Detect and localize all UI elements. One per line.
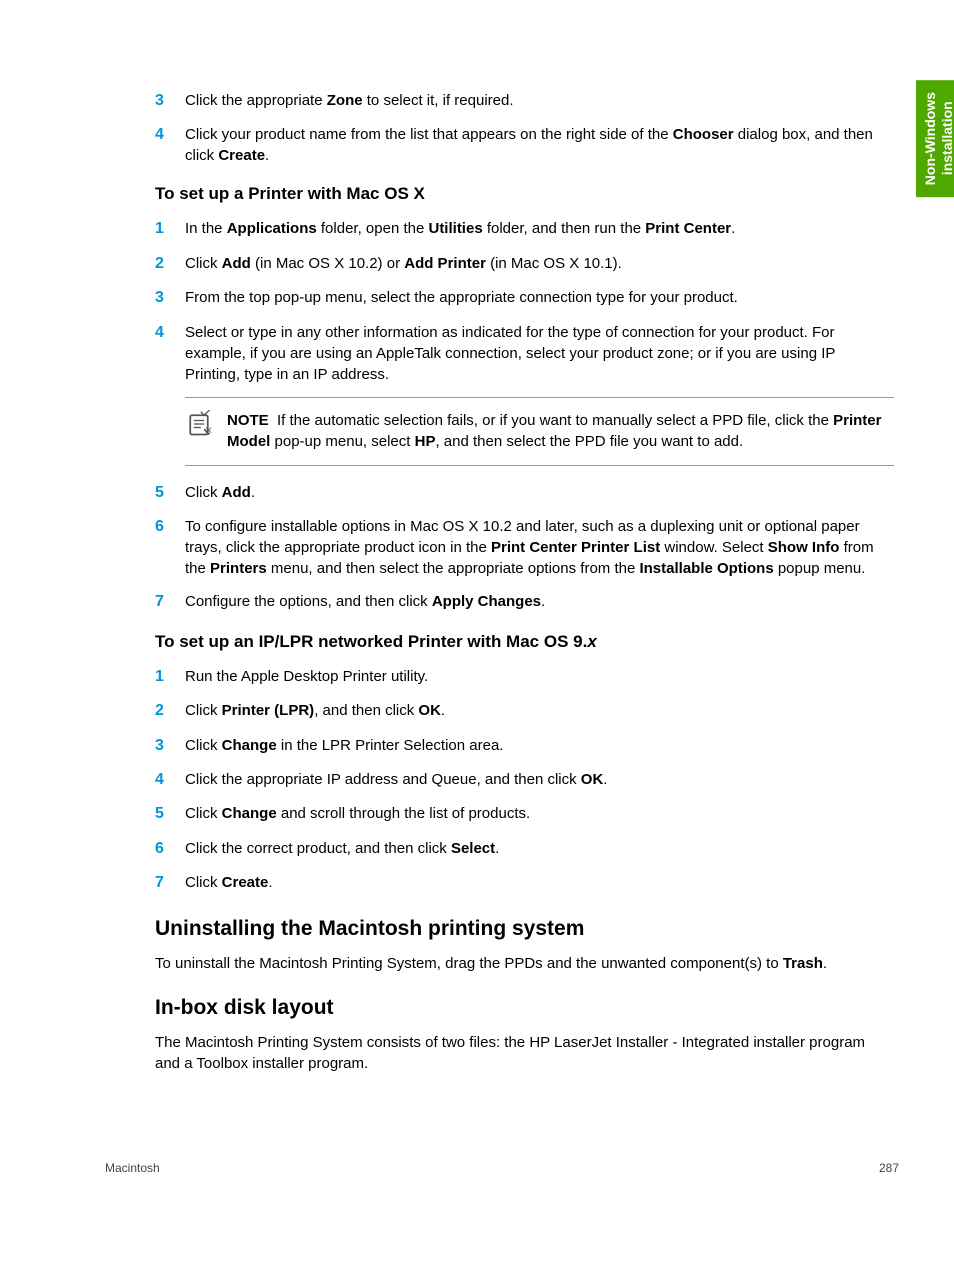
list-item: 7Click Create. <box>155 872 894 894</box>
list-text: Click Printer (LPR), and then click OK. <box>185 700 894 722</box>
list-number: 3 <box>155 735 185 757</box>
list-item: 1Run the Apple Desktop Printer utility. <box>155 666 894 688</box>
note-icon <box>185 410 213 438</box>
para-uninstall: To uninstall the Macintosh Printing Syst… <box>155 953 894 974</box>
list-text: Click your product name from the list th… <box>185 124 894 166</box>
heading-uninstall: Uninstalling the Macintosh printing syst… <box>155 917 894 941</box>
list-text: Configure the options, and then click Ap… <box>185 591 894 613</box>
list-item: 6To configure installable options in Mac… <box>155 516 894 579</box>
list-number: 4 <box>155 124 185 166</box>
list-text: To configure installable options in Mac … <box>185 516 894 579</box>
list-text: Select or type in any other information … <box>185 322 894 385</box>
list-item: 4Click your product name from the list t… <box>155 124 894 166</box>
list-number: 2 <box>155 253 185 275</box>
note-text: NOTE If the automatic selection fails, o… <box>227 410 894 454</box>
top-list: 3Click the appropriate Zone to select it… <box>155 90 894 166</box>
note-body: If the automatic selection fails, or if … <box>227 412 881 451</box>
heading-os9-x: x <box>587 632 596 651</box>
list-item: 7Configure the options, and then click A… <box>155 591 894 613</box>
list-number: 1 <box>155 218 185 240</box>
list-text: Click Add (in Mac OS X 10.2) or Add Prin… <box>185 253 894 275</box>
list-number: 1 <box>155 666 185 688</box>
list-text: In the Applications folder, open the Uti… <box>185 218 894 240</box>
list-number: 3 <box>155 287 185 309</box>
list-item: 3Click Change in the LPR Printer Selecti… <box>155 735 894 757</box>
list-number: 3 <box>155 90 185 112</box>
list-b: 1Run the Apple Desktop Printer utility.2… <box>155 666 894 895</box>
list-a: 1In the Applications folder, open the Ut… <box>155 218 894 384</box>
list-item: 2Click Add (in Mac OS X 10.2) or Add Pri… <box>155 253 894 275</box>
list-item: 4Select or type in any other information… <box>155 322 894 385</box>
footer-left: Macintosh <box>105 1161 160 1175</box>
list-item: 3From the top pop-up menu, select the ap… <box>155 287 894 309</box>
list-item: 5Click Add. <box>155 482 894 504</box>
list-text: Click Create. <box>185 872 894 894</box>
heading-setup-osx: To set up a Printer with Mac OS X <box>155 184 894 204</box>
heading-setup-os9: To set up an IP/LPR networked Printer wi… <box>155 632 894 652</box>
list-text: Click Add. <box>185 482 894 504</box>
heading-os9-pre: To set up an IP/LPR networked Printer wi… <box>155 632 587 651</box>
note-label: NOTE <box>227 412 269 429</box>
heading-inbox: In-box disk layout <box>155 996 894 1020</box>
list-item: 4Click the appropriate IP address and Qu… <box>155 769 894 791</box>
list-number: 6 <box>155 516 185 579</box>
list-item: 1In the Applications folder, open the Ut… <box>155 218 894 240</box>
list-a2: 5Click Add.6To configure installable opt… <box>155 482 894 614</box>
list-number: 2 <box>155 700 185 722</box>
list-text: Click Change and scroll through the list… <box>185 803 894 825</box>
list-item: 5Click Change and scroll through the lis… <box>155 803 894 825</box>
list-text: Click Change in the LPR Printer Selectio… <box>185 735 894 757</box>
list-item: 3Click the appropriate Zone to select it… <box>155 90 894 112</box>
para-inbox: The Macintosh Printing System consists o… <box>155 1032 894 1074</box>
list-text: Click the appropriate IP address and Que… <box>185 769 894 791</box>
list-number: 4 <box>155 769 185 791</box>
list-text: From the top pop-up menu, select the app… <box>185 287 894 309</box>
list-text: Run the Apple Desktop Printer utility. <box>185 666 894 688</box>
list-text: Click the correct product, and then clic… <box>185 838 894 860</box>
footer: Macintosh 287 <box>105 1161 899 1175</box>
page-content: 3Click the appropriate Zone to select it… <box>0 0 954 1270</box>
note-box: NOTE If the automatic selection fails, o… <box>185 397 894 467</box>
footer-right: 287 <box>879 1161 899 1175</box>
list-item: 2Click Printer (LPR), and then click OK. <box>155 700 894 722</box>
list-number: 7 <box>155 872 185 894</box>
list-number: 4 <box>155 322 185 385</box>
list-text: Click the appropriate Zone to select it,… <box>185 90 894 112</box>
list-number: 5 <box>155 482 185 504</box>
list-number: 5 <box>155 803 185 825</box>
list-item: 6Click the correct product, and then cli… <box>155 838 894 860</box>
list-number: 7 <box>155 591 185 613</box>
list-number: 6 <box>155 838 185 860</box>
